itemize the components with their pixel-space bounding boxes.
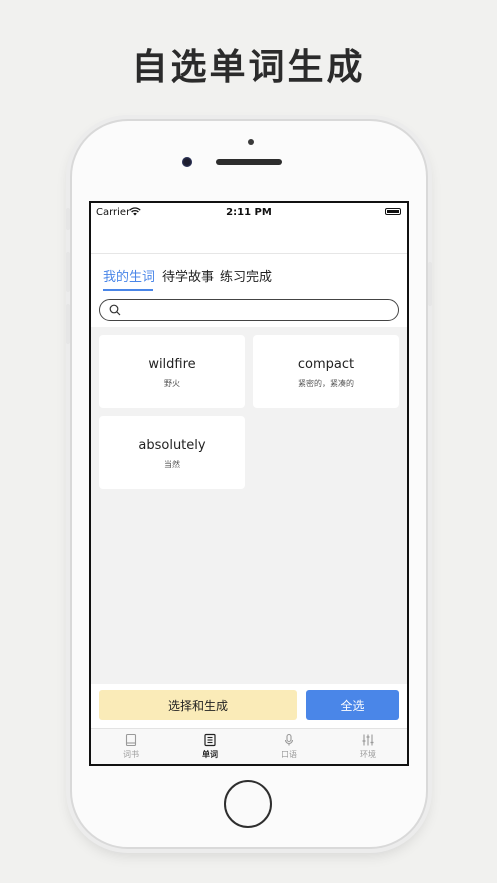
select-all-button[interactable]: 全选 xyxy=(306,690,399,720)
microphone-icon xyxy=(284,733,294,746)
word-grid: wildfire 野火 compact 紧密的，紧凑的 absolutely 当… xyxy=(91,327,407,684)
word-meaning: 当然 xyxy=(164,460,180,469)
tab-my-words[interactable]: 我的生词 xyxy=(103,266,155,285)
search-bar[interactable] xyxy=(99,299,399,321)
select-and-generate-button[interactable]: 选择和生成 xyxy=(99,690,297,720)
earpiece-speaker xyxy=(216,159,282,165)
search-icon xyxy=(109,304,121,316)
word-meaning: 紧密的，紧凑的 xyxy=(298,379,354,388)
tabbar-label: 单词 xyxy=(202,750,218,759)
word-text: absolutely xyxy=(138,438,206,453)
tabbar-item-settings[interactable]: 环境 xyxy=(338,733,398,760)
volume-up-button xyxy=(66,252,70,292)
sliders-icon xyxy=(362,734,374,746)
battery-icon xyxy=(385,208,401,215)
front-camera xyxy=(182,157,192,167)
word-meaning: 野火 xyxy=(164,379,180,388)
promo-headline: 自选单词生成 xyxy=(131,47,366,88)
status-bar: Carrier 2:11 PM xyxy=(91,203,407,223)
search-input[interactable] xyxy=(128,302,392,320)
proximity-sensor xyxy=(248,139,254,145)
status-time: 2:11 PM xyxy=(226,207,272,218)
app-screen: Carrier 2:11 PM 我的生词 待学故事 练习完成 wildfire … xyxy=(89,201,409,766)
bottom-tab-bar: 词书 单词 口语 环境 xyxy=(91,728,407,764)
action-bar: 选择和生成 全选 xyxy=(91,684,407,728)
volume-down-button xyxy=(66,304,70,344)
active-tab-indicator xyxy=(103,289,153,291)
tabbar-label: 环境 xyxy=(360,750,376,759)
navigation-bar xyxy=(91,223,407,254)
newspaper-icon xyxy=(204,733,216,747)
power-button xyxy=(428,262,432,306)
tabbar-item-wordbook[interactable]: 词书 xyxy=(101,733,161,760)
word-text: wildfire xyxy=(148,357,196,372)
mute-switch xyxy=(66,208,70,230)
word-card[interactable]: wildfire 野火 xyxy=(99,335,245,408)
tabbar-item-speaking[interactable]: 口语 xyxy=(259,733,319,760)
tab-stories-to-learn[interactable]: 待学故事 xyxy=(162,266,214,285)
book-icon xyxy=(125,733,137,747)
home-button[interactable] xyxy=(224,780,272,828)
word-text: compact xyxy=(297,357,355,372)
word-card[interactable]: absolutely 当然 xyxy=(99,416,245,489)
tab-practice-done[interactable]: 练习完成 xyxy=(220,266,272,285)
word-card[interactable]: compact 紧密的，紧凑的 xyxy=(253,335,399,408)
tabbar-label: 词书 xyxy=(123,750,139,759)
tabbar-item-words[interactable]: 单词 xyxy=(180,733,240,760)
segment-tabs: 我的生词 待学故事 练习完成 xyxy=(91,253,407,293)
tabbar-label: 口语 xyxy=(281,750,297,759)
